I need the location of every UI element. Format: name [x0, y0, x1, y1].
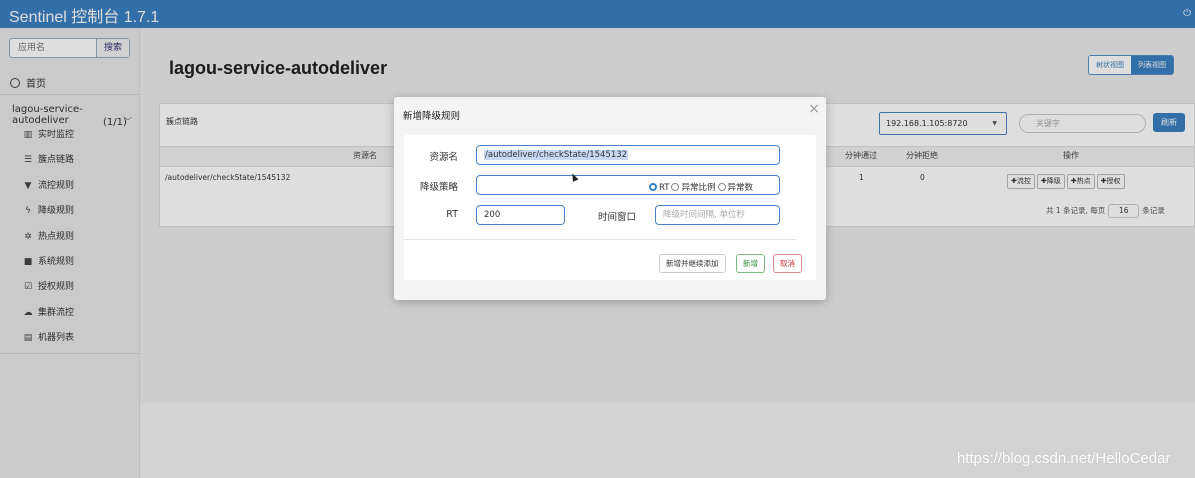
strategy-radio-box: RT 异常比例 异常数 [476, 175, 780, 195]
radio-checked-icon [649, 183, 657, 191]
radio-rt[interactable]: RT [649, 179, 669, 197]
window-label: 时间窗口 [597, 212, 636, 223]
radio-unchecked-icon [717, 183, 726, 191]
add-and-continue-button[interactable]: 新增并继续添加 [659, 254, 726, 273]
close-icon[interactable]: × [808, 101, 820, 117]
dialog-title: 新增降级规则 [403, 111, 461, 122]
radio-exception-count-label: 异常数 [727, 183, 754, 193]
strategy-label: 降级策略 [419, 182, 458, 193]
radio-exception-ratio-label: 异常比例 [681, 183, 716, 193]
watermark: https://blog.csdn.net/HelloCedar [957, 450, 1171, 467]
radio-exception-ratio[interactable]: 异常比例 [671, 179, 716, 197]
dialog-divider [404, 239, 796, 240]
rt-label: RT [446, 209, 458, 220]
add-button[interactable]: 新增 [736, 254, 765, 273]
radio-rt-label: RT [659, 183, 670, 193]
add-degrade-rule-dialog: 新增降级规则 × 资源名 /autodeliver/checkState/154… [394, 97, 826, 300]
radio-exception-count[interactable]: 异常数 [717, 179, 754, 197]
strategy-radio-group: RT 异常比例 异常数 [649, 179, 753, 197]
cancel-button[interactable]: 取消 [773, 254, 802, 273]
window-input[interactable]: 降级时间间隔, 单位秒 [655, 205, 780, 225]
radio-unchecked-icon [671, 183, 680, 191]
rt-input[interactable]: 200 [476, 205, 565, 225]
resource-input[interactable]: /autodeliver/checkState/1545132 [476, 145, 780, 165]
resource-value: /autodeliver/checkState/1545132 [484, 150, 629, 160]
resource-label: 资源名 [429, 152, 458, 163]
